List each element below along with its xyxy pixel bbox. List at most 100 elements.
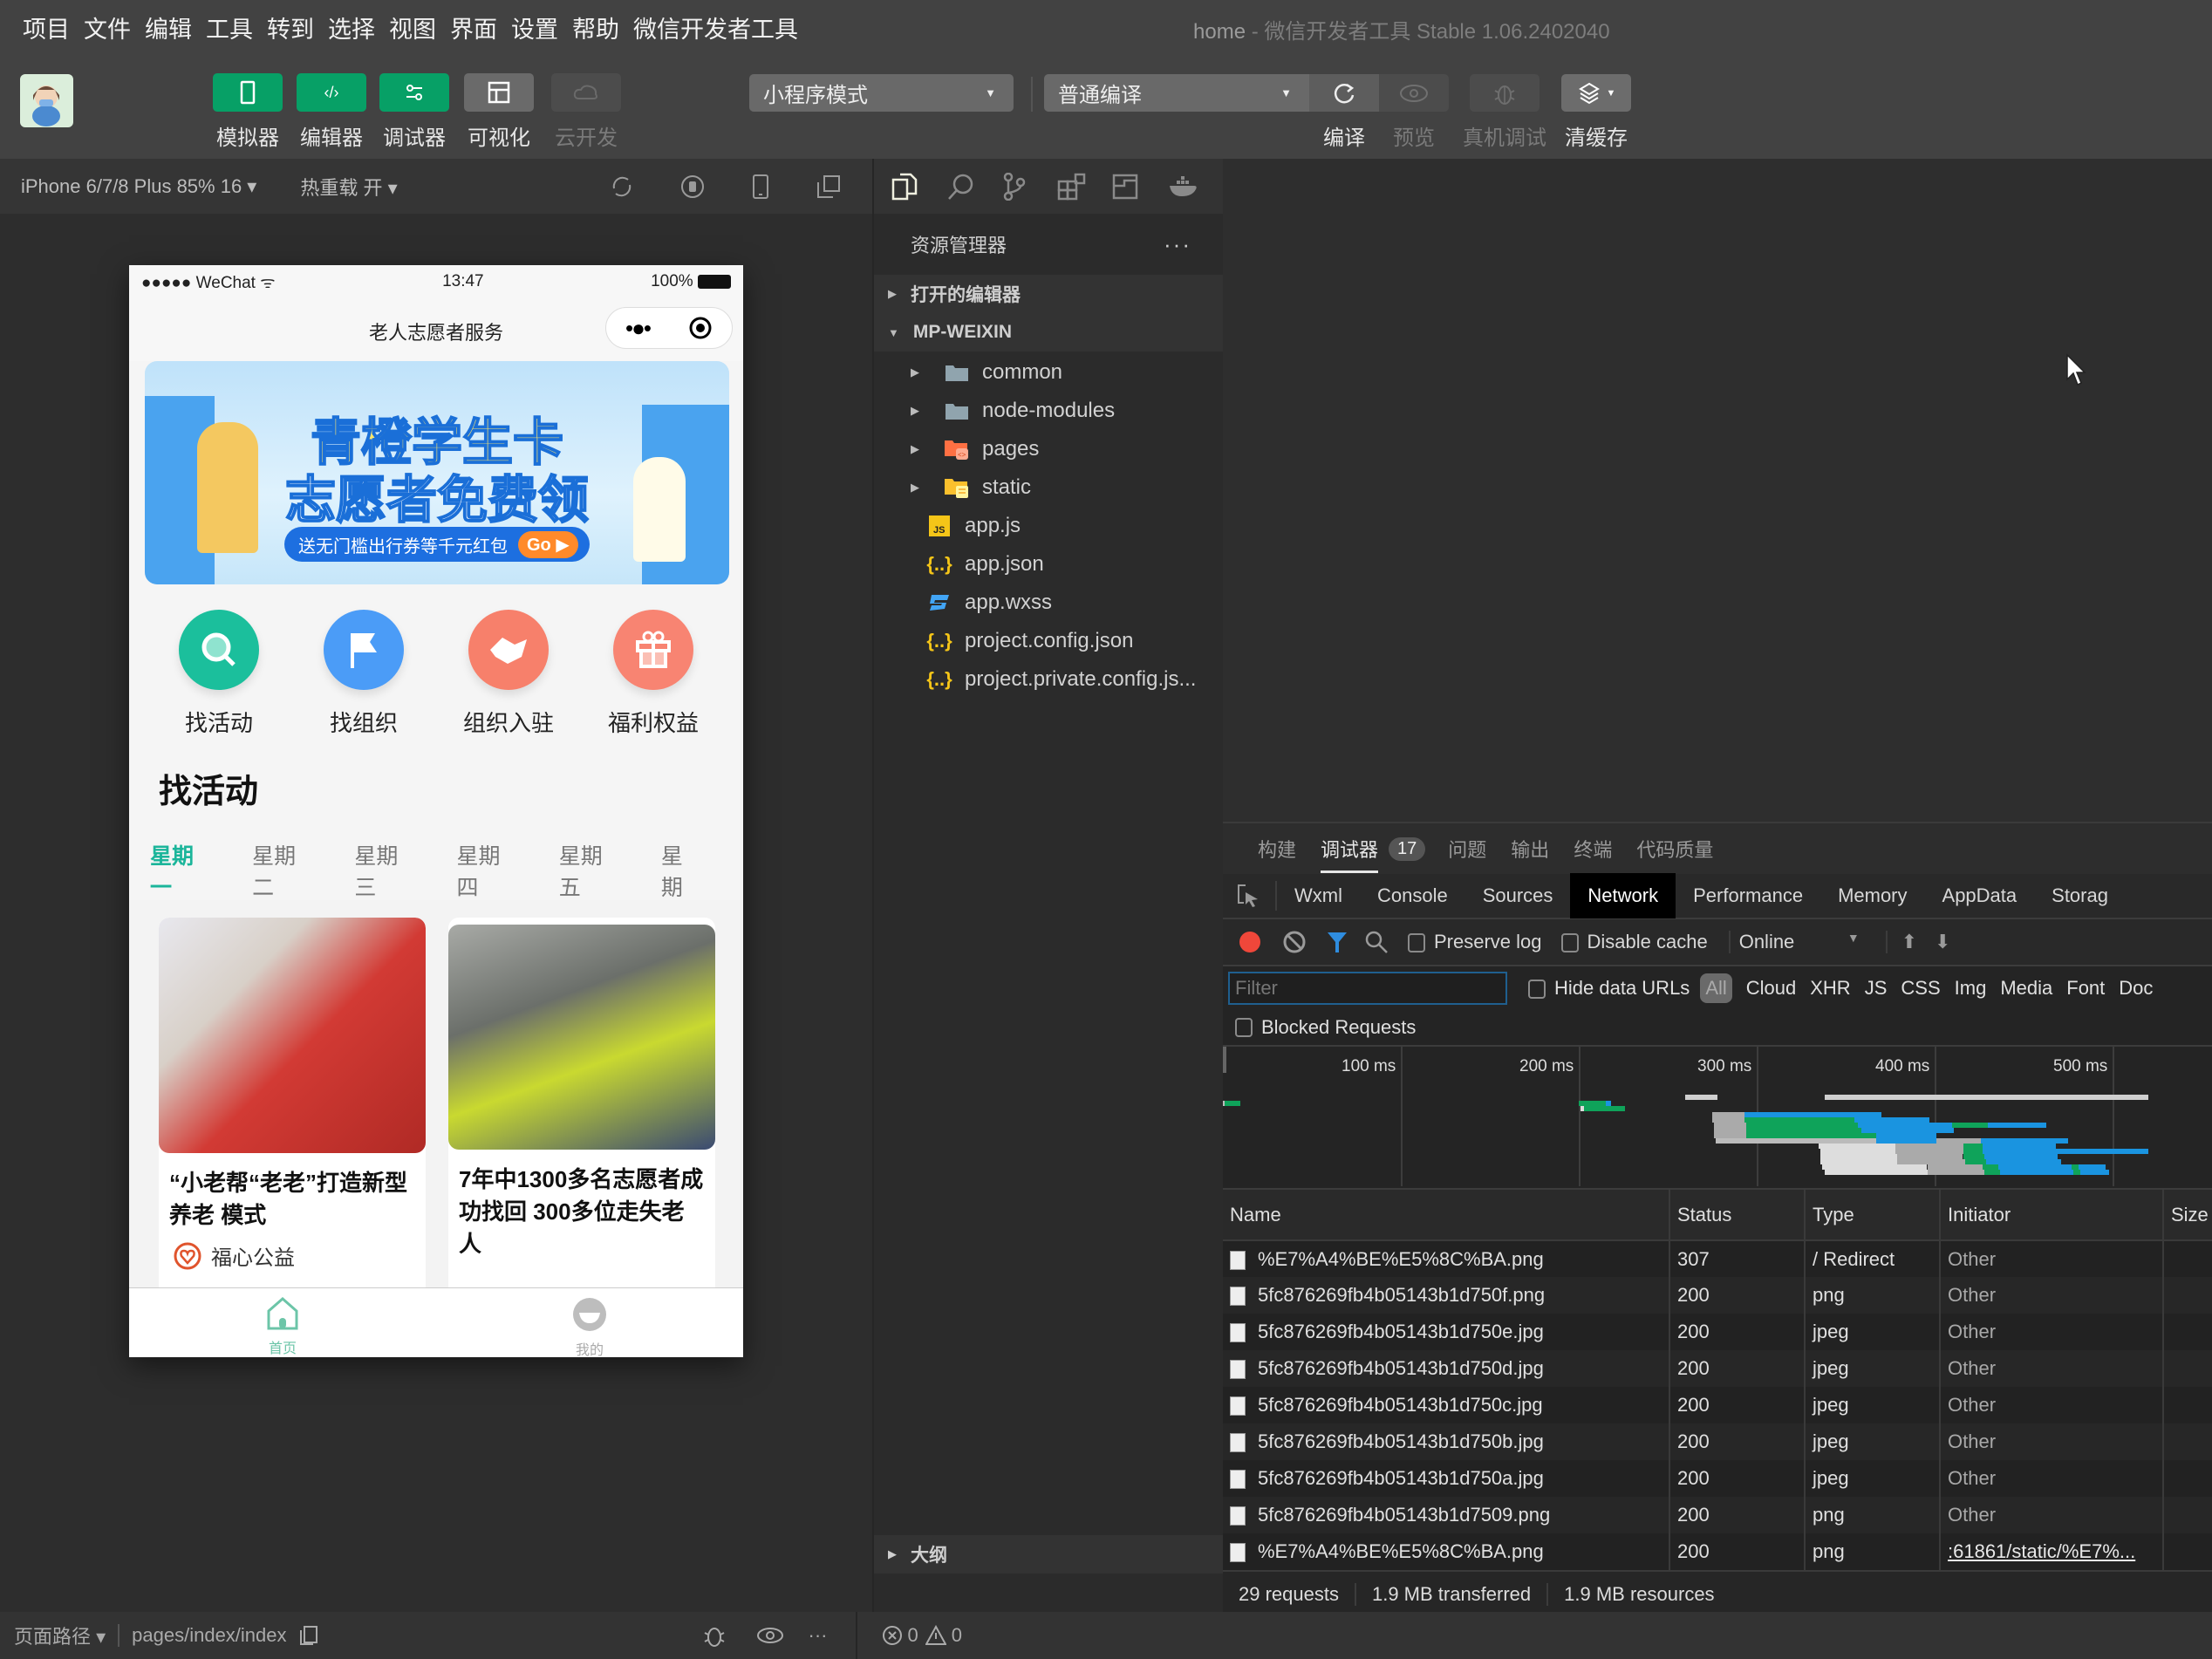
menu-view[interactable]: 视图 [389, 10, 436, 44]
menu-goto[interactable]: 转到 [267, 10, 314, 44]
export-har-icon[interactable]: ⬇ [1935, 931, 1950, 953]
blocked-requests-checkbox[interactable]: Blocked Requests [1223, 1010, 2212, 1047]
tree-folder-static[interactable]: ▶ static [874, 468, 1223, 507]
preserve-log-checkbox[interactable]: Preserve log [1408, 931, 1542, 953]
network-request-row[interactable]: %E7%A4%BE%E5%8C%BA.png 307/ Redirect Other [1223, 1240, 2212, 1277]
weekday-tab[interactable]: 星期一 [150, 839, 210, 914]
network-request-row[interactable]: 5fc876269fb4b05143b1d750a.jpg 200 jpeg Othe… [1223, 1460, 2212, 1497]
avatar[interactable] [20, 74, 73, 127]
col-status[interactable]: Status [1669, 1190, 1806, 1241]
project-section[interactable]: ▼ MP-WEIXIN [874, 313, 1223, 352]
tree-file-project-config[interactable]: {..} project.config.json [874, 622, 1223, 660]
weekday-tab[interactable]: 星期四 [457, 839, 517, 902]
menu-file[interactable]: 文件 [84, 10, 131, 44]
capsule-menu[interactable]: •●• [605, 307, 733, 349]
network-request-row[interactable]: 5fc876269fb4b05143b1d750e.jpg 200 jpeg Othe… [1223, 1314, 2212, 1350]
more-icon[interactable]: •●• [625, 315, 652, 342]
tab-terminal[interactable]: 终端 [1574, 823, 1612, 875]
menu-interface[interactable]: 界面 [450, 10, 497, 44]
type-filter-font[interactable]: Font [2066, 977, 2105, 1000]
bug-icon[interactable] [702, 1622, 727, 1649]
quick-link-benefits[interactable]: 福利权益 [592, 610, 714, 738]
preview-button[interactable] [1379, 74, 1449, 112]
compile-button[interactable] [1309, 74, 1379, 112]
tree-file-app-js[interactable]: JS app.js [874, 507, 1223, 545]
quick-link-find-org[interactable]: 找组织 [303, 610, 425, 738]
debugger-toggle[interactable] [379, 73, 449, 112]
source-control-icon[interactable] [1002, 172, 1027, 201]
tab-build[interactable]: 构建 [1258, 823, 1296, 875]
network-request-row[interactable]: 5fc876269fb4b05143b1d7509.png 200 png Other [1223, 1497, 2212, 1533]
col-name[interactable]: Name [1223, 1190, 1670, 1241]
panel-tab-console[interactable]: Console [1360, 873, 1465, 918]
open-editors-section[interactable]: ▶ 打开的编辑器 [874, 275, 1223, 313]
menu-tools[interactable]: 工具 [206, 10, 253, 44]
extensions-icon[interactable] [1057, 173, 1087, 201]
network-request-row[interactable]: 5fc876269fb4b05143b1d750b.jpg 200 jpeg Othe… [1223, 1423, 2212, 1460]
import-har-icon[interactable]: ⬆ [1885, 931, 1917, 953]
panel-tab-memory[interactable]: Memory [1820, 873, 1924, 918]
more-icon[interactable]: ··· [809, 1624, 828, 1647]
clear-cache-button[interactable]: ▼ [1561, 74, 1631, 112]
problems-indicator[interactable]: 0 0 [855, 1612, 962, 1659]
tree-folder-node-modules[interactable]: ▶ node-modules [874, 392, 1223, 430]
storage-icon[interactable] [1112, 174, 1138, 200]
filter-icon[interactable] [1326, 930, 1348, 954]
detach-window-icon[interactable] [816, 174, 841, 199]
search-icon[interactable] [946, 173, 974, 201]
throttle-select[interactable]: Online ▼ [1728, 931, 1860, 953]
panel-tab-wxml[interactable]: Wxml [1277, 873, 1360, 918]
close-mini-program-icon[interactable] [688, 316, 713, 340]
menu-select[interactable]: 选择 [328, 10, 375, 44]
panel-tab-storage[interactable]: Storag [2034, 873, 2126, 918]
banner-go-button[interactable]: Go ▶ [518, 530, 578, 558]
device-select[interactable]: iPhone 6/7/8 Plus 85% 16 ▾ [21, 175, 256, 198]
network-request-row[interactable]: 5fc876269fb4b05143b1d750d.jpg 200 jpeg Othe… [1223, 1350, 2212, 1387]
clear-icon[interactable] [1282, 930, 1307, 954]
type-filter-all[interactable]: All [1700, 973, 1732, 1003]
tree-file-project-private-config[interactable]: {..} project.private.config.js... [874, 660, 1223, 699]
phone-icon[interactable] [752, 174, 769, 199]
files-icon[interactable] [891, 173, 918, 201]
panel-tab-network[interactable]: Network [1570, 873, 1676, 918]
eye-icon[interactable] [756, 1626, 784, 1645]
network-overview-timeline[interactable]: 100 ms 200 ms 300 ms 400 ms 500 ms [1223, 1047, 2212, 1190]
col-type[interactable]: Type [1805, 1190, 1941, 1241]
stop-icon[interactable] [680, 174, 705, 199]
type-filter-cloud[interactable]: Cloud [1746, 977, 1796, 1000]
tree-file-app-json[interactable]: {..} app.json [874, 545, 1223, 584]
tree-file-app-wxss[interactable]: app.wxss [874, 584, 1223, 622]
tab-output[interactable]: 输出 [1511, 823, 1549, 875]
tab-debugger[interactable]: 调试器 [1321, 823, 1379, 875]
hide-data-urls-checkbox[interactable]: Hide data URLs [1528, 977, 1690, 1000]
menu-settings[interactable]: 设置 [511, 10, 558, 44]
network-request-row[interactable]: %E7%A4%BE%E5%8C%BA.png 200 png:61861/stati… [1223, 1533, 2212, 1570]
activity-card[interactable]: 7年中1300多名志愿者成功找回 300多位走失老人 [448, 918, 715, 1310]
panel-tab-appdata[interactable]: AppData [1925, 873, 2035, 918]
tab-home[interactable]: 首页 [129, 1288, 436, 1357]
network-request-row[interactable]: 5fc876269fb4b05143b1d750f.png 200 png Other [1223, 1277, 2212, 1314]
request-initiator[interactable]: :61861/static/%E7%... [1940, 1533, 2164, 1570]
editor-toggle[interactable]: ‹/› [297, 73, 366, 112]
weekday-tab[interactable]: 星期二 [252, 839, 312, 902]
mode-select[interactable]: 小程序模式 ▼ [749, 74, 1014, 112]
type-filter-media[interactable]: Media [2000, 977, 2052, 1000]
type-filter-xhr[interactable]: XHR [1810, 977, 1850, 1000]
rotate-icon[interactable] [611, 174, 633, 199]
inspect-element-icon[interactable] [1223, 881, 1277, 911]
tab-code-quality[interactable]: 代码质量 [1636, 823, 1713, 875]
type-filter-css[interactable]: CSS [1901, 977, 1940, 1000]
tree-folder-common[interactable]: ▶ common [874, 353, 1223, 392]
weekday-tab[interactable]: 星期五 [559, 839, 619, 902]
panel-tab-sources[interactable]: Sources [1465, 873, 1571, 918]
filter-input[interactable] [1228, 972, 1507, 1005]
simulator-toggle[interactable] [213, 73, 283, 112]
menu-devtools[interactable]: 微信开发者工具 [633, 10, 798, 44]
record-icon[interactable] [1237, 929, 1263, 955]
type-filter-js[interactable]: JS [1865, 977, 1888, 1000]
menu-help[interactable]: 帮助 [572, 10, 619, 44]
activity-card[interactable]: “小老帮“老老”打造新型养老 模式 福心公益 [159, 918, 426, 1310]
tab-mine[interactable]: 我的 [436, 1288, 743, 1357]
compile-select[interactable]: 普通编译 ▼ [1044, 74, 1309, 112]
menu-edit[interactable]: 编辑 [145, 10, 192, 44]
